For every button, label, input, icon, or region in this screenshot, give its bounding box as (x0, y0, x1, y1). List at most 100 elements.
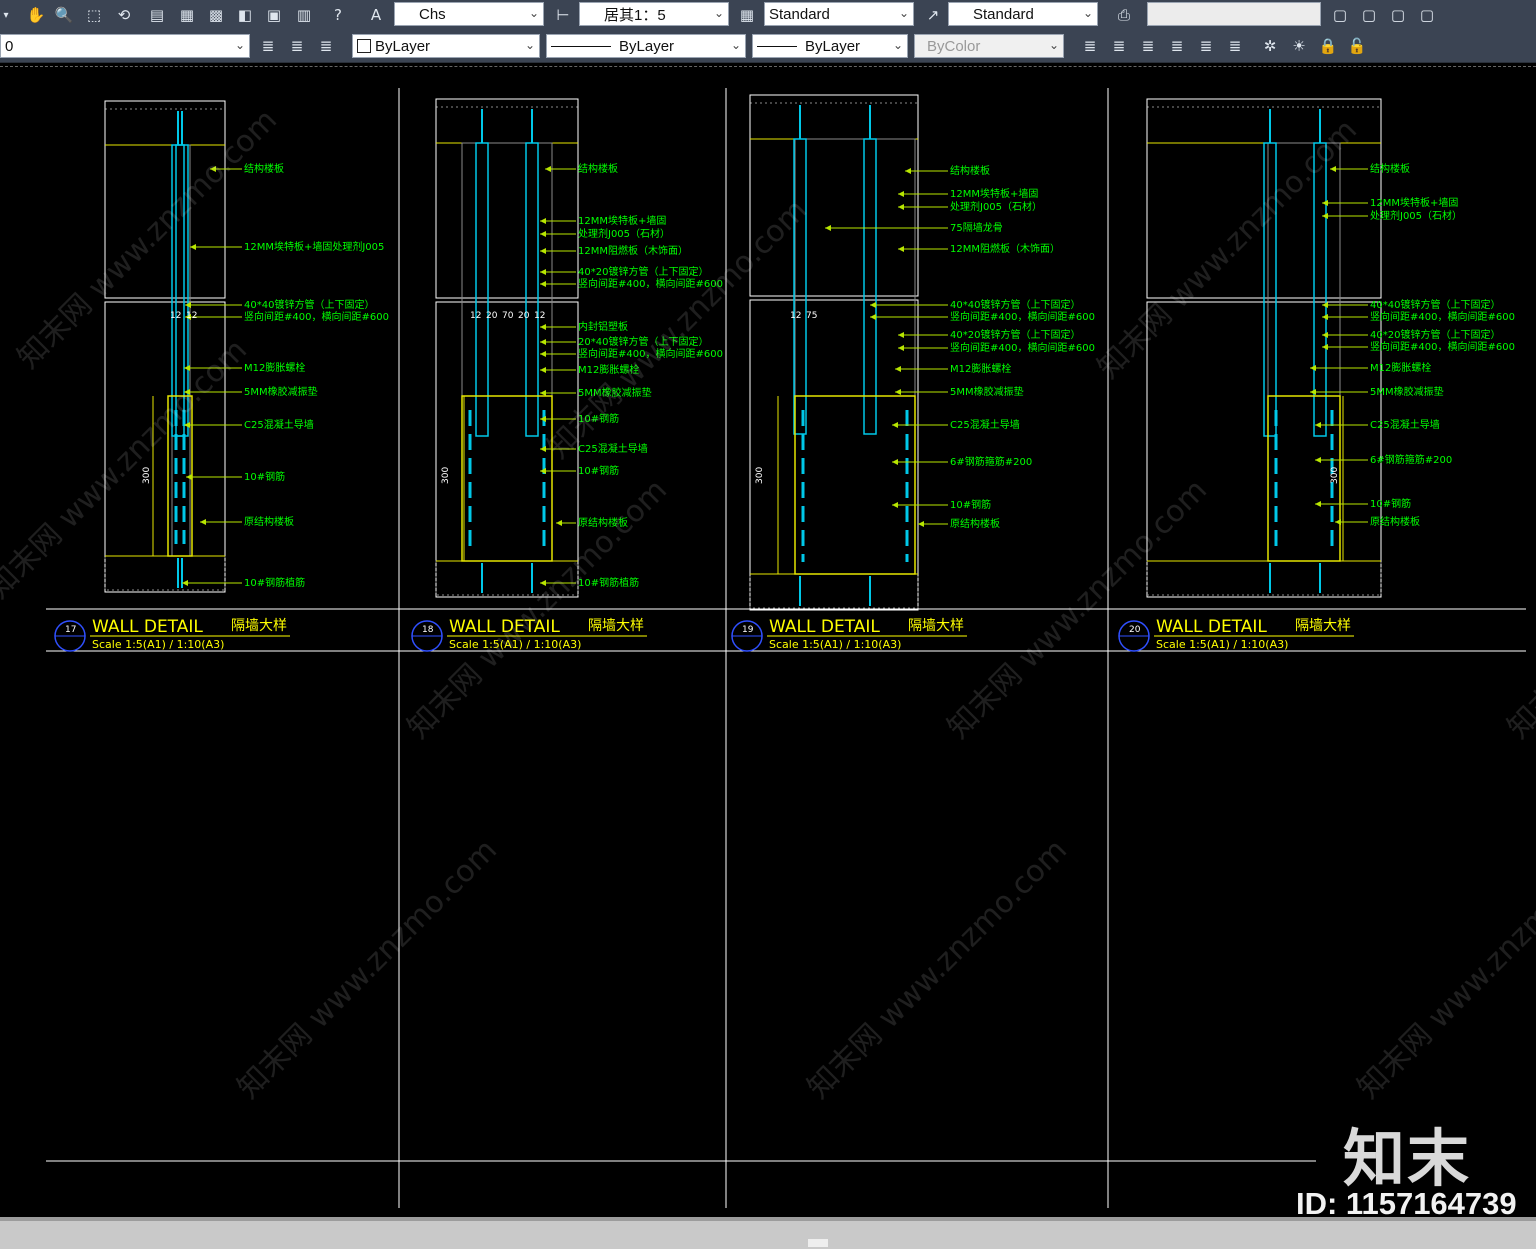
tool-palettes-icon[interactable]: ▩ (204, 3, 228, 27)
detail-label: 12MM阻燃板（木饰面） (578, 244, 688, 257)
lineweight-value: ByLayer (805, 37, 861, 55)
color-combo[interactable]: ByLayer ⌄ (352, 34, 540, 58)
linetype-value: ByLayer (619, 37, 675, 55)
change-current-icon[interactable]: ≣ (1107, 34, 1131, 58)
wall-board-outline (794, 138, 916, 575)
calculator-icon[interactable]: ▥ (292, 3, 316, 27)
layer-walk-icon[interactable]: ≣ (1165, 34, 1189, 58)
watermark-text: 知末网 www.znzmo.com (1091, 113, 1364, 386)
help-icon[interactable]: ? (326, 3, 350, 27)
leader-arrow (540, 269, 546, 275)
leader-arrow (870, 302, 876, 308)
design-center-icon[interactable]: ▦ (175, 3, 199, 27)
chevron-down-icon: ⌄ (1048, 38, 1059, 52)
detail-label: 10#钢筋 (1370, 497, 1411, 510)
detail-title-block: 17 WALL DETAIL 隔墙大样 Scale 1:5(A1) / 1:10(A3… (54, 617, 290, 652)
leader-arrow (892, 422, 898, 428)
dimension-text: 300 (1330, 467, 1340, 484)
leader-arrow (540, 231, 546, 237)
detail-label: C25混凝土导墙 (950, 418, 1020, 431)
table-style-combo[interactable]: Standard ⌄ (764, 2, 914, 26)
detail-label: 竖向间距#400，横向间距#600 (244, 310, 389, 323)
layer-previous-icon[interactable]: ≣ (314, 34, 338, 58)
scrollbar-thumb[interactable] (808, 1239, 828, 1247)
detail-label: 竖向间距#400，横向间距#600 (950, 341, 1095, 354)
detail-label: 12MM埃特板+墙固 (578, 214, 666, 227)
toolbar-overflow-icon[interactable]: ▾ (0, 3, 12, 27)
layer-value: 0 (5, 37, 14, 55)
dimension-text: 75 (806, 311, 817, 321)
sheet-set-icon[interactable]: ◧ (233, 3, 257, 27)
linetype-combo[interactable]: ByLayer ⌄ (546, 34, 746, 58)
detail-label: M12膨胀螺栓 (1370, 361, 1431, 374)
blank-field[interactable] (1147, 2, 1321, 26)
plot-icon[interactable]: ⎙ (1112, 3, 1136, 27)
plotstyle-combo[interactable]: ByColor ⌄ (914, 34, 1064, 58)
watermark-text: 知末网 www.znzmo.com (0, 333, 254, 606)
detail-label: 竖向间距#400，横向间距#600 (1370, 310, 1515, 323)
dimension-text: 70 (502, 311, 514, 321)
layer-combo[interactable]: 0 ⌄ (0, 34, 250, 58)
mleader-style-combo[interactable]: Standard ⌄ (948, 2, 1098, 26)
steel-tube (525, 142, 539, 437)
unisolate-icon[interactable]: ≣ (1223, 34, 1247, 58)
detail-label: 结构楼板 (578, 162, 618, 175)
color-value: ByLayer (375, 37, 431, 55)
leader-arrow (556, 520, 562, 526)
viewport-2-icon[interactable]: ▢ (1357, 3, 1381, 27)
image-id-label: ID: 1157164739 (1296, 1186, 1517, 1221)
detail-label: 结构楼板 (1370, 162, 1410, 175)
leader-arrow (540, 351, 546, 357)
isolate-icon[interactable]: ≣ (1194, 34, 1218, 58)
dim-style-icon[interactable]: ⊢ (551, 3, 575, 27)
detail-label: 6#钢筋箍筋#200 (950, 455, 1032, 468)
markup-icon[interactable]: ▣ (262, 3, 286, 27)
table-style-icon[interactable]: ▦ (735, 3, 759, 27)
detail-label: C25混凝土导墙 (244, 418, 314, 431)
freeze-icon[interactable]: ✲ (1258, 34, 1282, 58)
chevron-down-icon: ⌄ (528, 6, 539, 20)
drawing-canvas[interactable]: 结构楼板12MM埃特板+墙固处理剂J00540*40镀锌方管（上下固定）竖向间距… (0, 67, 1536, 1217)
brand-logo: 知末 (1343, 1122, 1472, 1195)
leader-arrow (895, 389, 901, 395)
leader-arrow (825, 225, 831, 231)
color-swatch (357, 39, 371, 53)
layer-properties-icon[interactable]: ≣ (256, 34, 280, 58)
detail-title-cn: 隔墙大样 (231, 618, 287, 634)
zoom-previous-icon[interactable]: ⟲ (112, 3, 136, 27)
lineweight-preview (757, 45, 797, 47)
table-style-value: Standard (769, 5, 830, 23)
match-layer-icon[interactable]: ≣ (1078, 34, 1102, 58)
dimension-text: 12 (470, 311, 481, 321)
off-icon[interactable]: ☀ (1287, 34, 1311, 58)
copy-objects-icon[interactable]: ≣ (1136, 34, 1160, 58)
leader-arrow (1322, 213, 1328, 219)
layer-state-icon[interactable]: ≣ (285, 34, 309, 58)
detail-frame-lower (749, 299, 919, 611)
leader-arrow (184, 365, 190, 371)
rebar-vertical (468, 410, 546, 549)
viewport-1-icon[interactable]: ▢ (1328, 3, 1352, 27)
detail-title-cn: 隔墙大样 (588, 618, 644, 634)
unlock-icon[interactable]: 🔓 (1345, 34, 1369, 58)
detail-label: 6#钢筋箍筋#200 (1370, 453, 1452, 466)
detail-label: C25混凝土导墙 (1370, 418, 1440, 431)
detail-number: 17 (65, 625, 76, 635)
leader-arrow (892, 502, 898, 508)
lineweight-combo[interactable]: ByLayer ⌄ (752, 34, 908, 58)
dim-style-combo[interactable]: 居其1：5 ⌄ (579, 2, 729, 26)
zoom-window-icon[interactable]: ⬚ (82, 3, 106, 27)
properties-icon[interactable]: ▤ (145, 3, 169, 27)
zoom-realtime-icon[interactable]: 🔍 (52, 3, 76, 27)
viewport-4-icon[interactable]: ▢ (1415, 3, 1439, 27)
detail-label: 原结构楼板 (1370, 515, 1420, 528)
multileader-style-icon[interactable]: ↗ (921, 3, 945, 27)
leader-arrow (898, 332, 904, 338)
lock-icon[interactable]: 🔒 (1316, 34, 1340, 58)
leader-arrow (1310, 389, 1316, 395)
text-style-icon[interactable]: A (364, 3, 388, 27)
detail-label: 结构楼板 (244, 162, 284, 175)
pan-icon[interactable]: ✋ (24, 3, 48, 27)
text-style-combo[interactable]: Chs ⌄ (394, 2, 544, 26)
viewport-3-icon[interactable]: ▢ (1386, 3, 1410, 27)
